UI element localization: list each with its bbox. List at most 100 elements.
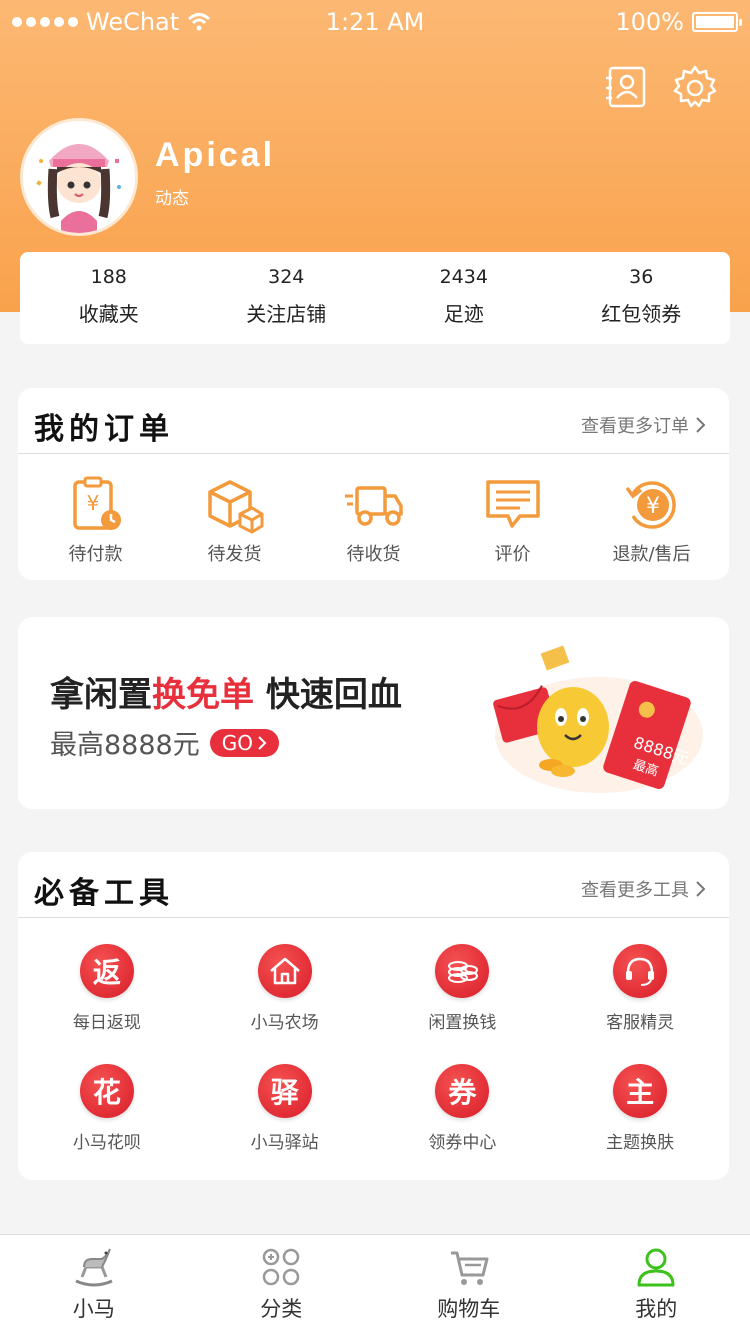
tool-label: 闲置换钱 [428,1013,497,1033]
stat-label: 关注店铺 [246,302,327,326]
battery-icon [692,12,742,32]
settings-gear-icon[interactable] [672,64,718,110]
order-review[interactable]: 评价 [443,454,582,566]
chevron-right-icon [696,417,706,433]
go-label: GO [221,730,253,755]
tool-station[interactable]: 驿 小马驿站 [196,1048,374,1168]
tab-home[interactable]: 小马 [0,1235,188,1334]
bottom-tab-bar: 小马 分类 购物车 我的 [0,1234,750,1334]
user-avatar[interactable] [20,118,138,236]
tool-theme-skin[interactable]: 主 主题换肤 [551,1048,729,1168]
tool-farm[interactable]: 小马农场 [196,928,374,1048]
tool-customer-service[interactable]: 客服精灵 [551,928,729,1048]
contacts-card-icon[interactable] [604,64,650,110]
order-label: 待发货 [207,544,262,565]
order-label: 退款/售后 [612,544,691,565]
delivery-truck-icon [344,486,403,526]
header-actions [604,64,718,110]
stat-followed-stores[interactable]: 324 关注店铺 [198,252,376,344]
stats-card: 188 收藏夹 324 关注店铺 2434 足迹 36 红包领券 [20,252,730,344]
orders-title: 我的订单 [34,412,174,447]
status-bar: WeChat 1:21 AM 100% [0,0,750,44]
avatar-girl-illustration [23,121,135,233]
tool-label: 主题换肤 [606,1133,675,1153]
coupon-badge-icon: 券 [435,1064,490,1118]
stat-number: 188 [90,266,127,288]
pending-payment-icon: ¥ [72,476,121,530]
view-more-tools-link[interactable]: 查看更多工具 [581,876,707,902]
tab-label: 小马 [72,1297,115,1321]
tool-label: 每日返现 [72,1013,141,1033]
tools-grid: 返 每日返现 小马农场 闲置换钱 客服精灵 花 小马花呗 驿 小马驿站 券 领券… [18,918,729,1168]
my-orders-card: 我的订单 查看更多订单 ¥ 待付款 待发货 待收货 评价 ¥ 退款/售后 [18,388,729,580]
user-icon [637,1248,675,1287]
tab-cart[interactable]: 购物车 [375,1235,563,1334]
tool-label: 小马花呗 [72,1133,141,1153]
banner-title-highlight: 换免单 [152,675,254,715]
order-to-ship[interactable]: 待发货 [165,454,304,566]
svg-text:¥: ¥ [86,491,99,515]
banner-title-a: 拿闲置 [50,675,152,715]
order-label: 待收货 [346,544,401,565]
tool-huabei[interactable]: 花 小马花呗 [18,1048,196,1168]
stat-label: 红包领券 [601,302,682,326]
essential-tools-card: 必备工具 查看更多工具 返 每日返现 小马农场 闲置换钱 客服精灵 花 小马花呗… [18,852,729,1180]
view-more-orders-link[interactable]: 查看更多订单 [581,412,707,438]
stat-favorites[interactable]: 188 收藏夹 [20,252,198,344]
review-chat-icon [485,480,540,528]
tool-sell-idle[interactable]: 闲置换钱 [374,928,552,1048]
user-activity-link[interactable]: 动态 [155,184,189,209]
tool-label: 小马驿站 [250,1133,319,1153]
stat-number: 324 [268,266,305,288]
coins-icon [435,944,490,998]
tool-label: 领券中心 [428,1133,497,1153]
tab-label: 分类 [260,1297,303,1321]
order-to-receive[interactable]: 待收货 [304,454,443,566]
cart-icon [450,1251,489,1285]
tools-header: 必备工具 查看更多工具 [18,852,729,918]
order-status-row: ¥ 待付款 待发货 待收货 评价 ¥ 退款/售后 [18,454,729,566]
house-icon [257,944,312,998]
stat-coupons[interactable]: 36 红包领券 [553,252,731,344]
banner-title-b: 快速回血 [254,675,402,715]
chevron-right-icon [696,881,706,897]
order-pending-payment[interactable]: ¥ 待付款 [26,454,165,566]
tool-label: 客服精灵 [606,1013,675,1033]
to-ship-box-icon [207,480,263,534]
stat-number: 2434 [439,266,488,288]
stat-label: 收藏夹 [78,302,139,326]
tool-label: 小马农场 [250,1013,319,1033]
order-label: 待付款 [68,544,123,565]
station-badge-icon: 驿 [257,1064,312,1118]
theme-badge-icon: 主 [613,1064,668,1118]
promo-banner[interactable]: 拿闲置换免单 快速回血 最高8888元 GO 8888元 最高 [18,617,729,809]
tab-label: 我的 [635,1297,678,1321]
tab-label: 购物车 [437,1297,501,1321]
stat-label: 足迹 [443,302,484,326]
orders-header: 我的订单 查看更多订单 [18,388,729,454]
tab-category[interactable]: 分类 [188,1235,376,1334]
go-button[interactable]: GO [209,728,279,757]
battery-percent: 100% [615,8,684,36]
svg-text:¥: ¥ [646,494,660,519]
view-more-tools-label: 查看更多工具 [581,880,689,901]
order-label: 评价 [494,544,531,565]
stat-footprints[interactable]: 2434 足迹 [375,252,553,344]
order-refund-aftersale[interactable]: ¥ 退款/售后 [582,454,721,566]
banner-title: 拿闲置换免单 快速回血 [50,667,402,716]
chevron-right-icon [258,735,267,750]
cashback-badge-icon: 返 [79,944,134,998]
view-more-orders-label: 查看更多订单 [581,416,689,437]
tab-mine[interactable]: 我的 [563,1235,750,1334]
headset-icon [613,944,668,998]
status-right: 100% [615,8,742,36]
category-grid-icon [263,1248,300,1286]
banner-subtitle: 最高8888元 GO [50,723,279,762]
refund-yen-icon: ¥ [625,481,676,529]
tool-coupon-center[interactable]: 券 领券中心 [374,1048,552,1168]
banner-max-amount: 最高8888元 [50,730,200,761]
tool-daily-cashback[interactable]: 返 每日返现 [18,928,196,1048]
rocking-horse-icon [75,1248,113,1287]
tools-title: 必备工具 [34,876,174,911]
username[interactable]: Apical [155,136,275,175]
